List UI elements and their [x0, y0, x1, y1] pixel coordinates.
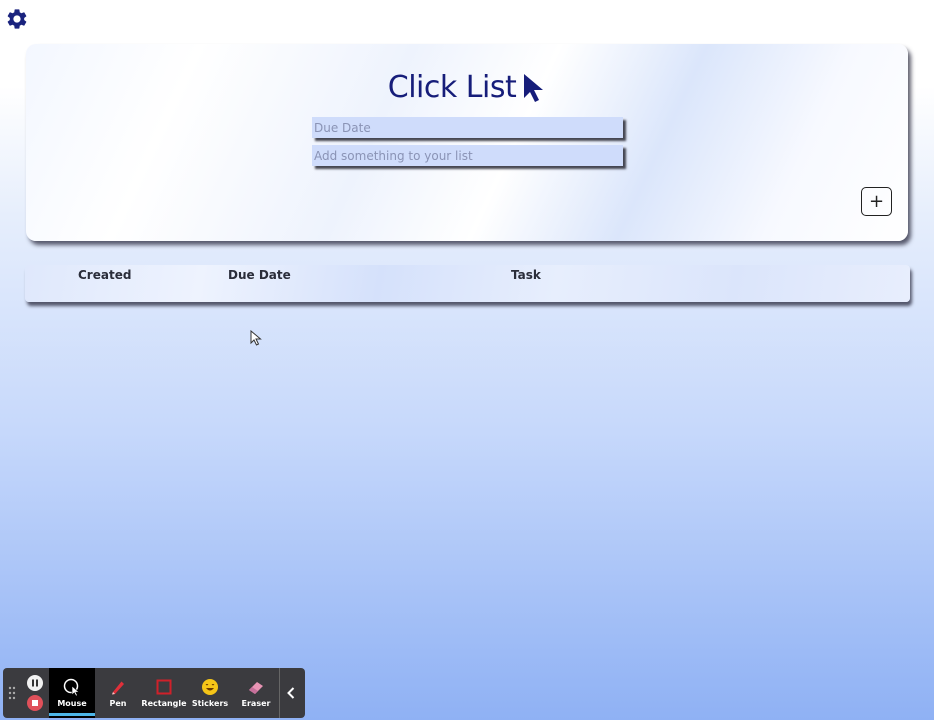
column-header-task: Task	[511, 268, 541, 282]
tool-label-eraser: Eraser	[241, 699, 271, 708]
title-row: Click List	[26, 70, 908, 105]
input-card: Click List +	[26, 44, 908, 241]
tool-stickers[interactable]: Stickers	[187, 668, 233, 718]
page-title: Click List	[387, 70, 517, 105]
tool-label-stickers: Stickers	[191, 699, 229, 708]
sticker-icon	[202, 679, 218, 695]
tool-mouse[interactable]: Mouse	[49, 668, 95, 718]
tool-label-pen: Pen	[109, 699, 127, 708]
stop-button[interactable]	[27, 695, 43, 711]
collapse-toolbar-button[interactable]	[279, 668, 301, 718]
task-input[interactable]	[312, 145, 623, 166]
add-button[interactable]: +	[861, 187, 892, 216]
tool-rectangle[interactable]: Rectangle	[141, 668, 187, 718]
tool-eraser[interactable]: Eraser	[233, 668, 279, 718]
settings-button[interactable]	[4, 6, 30, 32]
due-date-input[interactable]	[312, 117, 623, 138]
drag-handle[interactable]	[3, 668, 21, 718]
annotation-toolbar: Mouse Pen Rectangle Stickers Eraser	[3, 668, 305, 718]
pause-button[interactable]	[27, 675, 43, 691]
gear-icon	[7, 9, 27, 29]
mouse-pointer	[250, 329, 262, 350]
stop-icon	[32, 700, 38, 706]
chevron-left-icon	[286, 687, 294, 699]
pointer-icon	[250, 329, 262, 346]
cursor-icon	[524, 73, 544, 102]
recording-controls	[21, 668, 49, 718]
pause-icon	[32, 679, 38, 687]
column-header-created: Created	[78, 268, 132, 282]
rectangle-icon	[156, 679, 172, 695]
list-table-header: Created Due Date Task	[25, 265, 910, 302]
pen-icon	[112, 681, 124, 695]
mouse-icon	[63, 678, 80, 696]
tool-label-rectangle: Rectangle	[141, 699, 187, 708]
grip-icon	[8, 686, 16, 700]
eraser-icon	[249, 682, 263, 694]
tool-label-mouse: Mouse	[57, 699, 87, 708]
column-header-due-date: Due Date	[228, 268, 291, 282]
tool-pen[interactable]: Pen	[95, 668, 141, 718]
plus-icon: +	[868, 191, 885, 212]
